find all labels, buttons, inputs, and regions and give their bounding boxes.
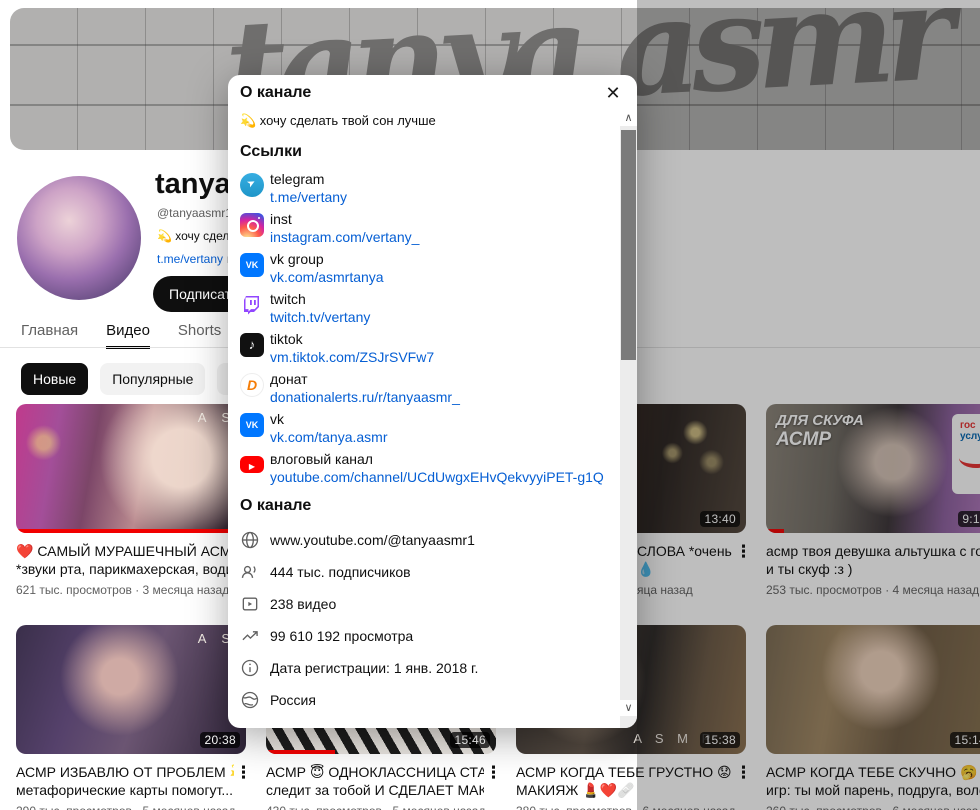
channel-link[interactable]: t.me/vertany <box>157 252 223 266</box>
channel-avatar <box>17 176 141 300</box>
kebab-menu-icon[interactable] <box>485 764 501 784</box>
modal-scrim[interactable] <box>637 0 980 810</box>
link-url[interactable]: t.me/vertany <box>270 189 347 205</box>
view-count: 99 610 192 просмотра <box>270 628 414 644</box>
vk-icon <box>240 413 264 437</box>
donationalerts-icon <box>240 373 264 397</box>
channel-url: www.youtube.com/@tanyaasmr1 <box>270 532 475 548</box>
channel-handle: @tanyaasmr1 <box>157 206 232 220</box>
video-title[interactable]: ❤️ САМЫЙ МУРАШЕЧНЫЙ АСМР 8 ❤️ *звуки рта… <box>16 542 246 578</box>
channel-links-line: t.me/vertanyи <box>157 252 234 266</box>
telegram-icon <box>240 173 264 197</box>
link-label: vk group <box>270 251 324 267</box>
watch-progress-bar <box>266 750 335 754</box>
video-meta: 290 тыс. просмотров · 5 месяцев назад <box>16 804 246 810</box>
tab-home[interactable]: Главная <box>21 322 78 349</box>
link-url[interactable]: youtube.com/channel/UCdUwgxEHvQekvyyiPET… <box>270 469 604 485</box>
link-label: twitch <box>270 291 306 307</box>
country: Россия <box>270 692 316 708</box>
chip-latest[interactable]: Новые <box>21 363 89 395</box>
duration-badge: 15:46 <box>450 732 490 748</box>
video-count: 238 видео <box>270 596 337 612</box>
video-card: A S ❤️ САМЫЙ МУРАШЕЧНЫЙ АСМР 8 ❤️ *звуки… <box>16 404 246 597</box>
dialog-channel-description: 💫 хочу сделать твой сон лучше <box>240 113 436 128</box>
scrollbar-thumb[interactable] <box>621 130 636 360</box>
modal-scrollbar[interactable]: ∧ ∨ <box>620 110 637 728</box>
video-meta: 430 тыс. просмотров · 5 месяцев назад <box>266 804 496 810</box>
about-heading: О канале <box>240 497 312 514</box>
link-url[interactable]: vm.tiktok.com/ZSJrSVFw7 <box>270 349 434 365</box>
instagram-icon <box>240 213 264 237</box>
chip-popular[interactable]: Популярные <box>100 363 206 395</box>
views-icon <box>240 626 260 646</box>
link-label: донат <box>270 371 308 387</box>
link-url[interactable]: twitch.tv/vertany <box>270 309 370 325</box>
video-thumbnail[interactable]: A S <box>16 404 246 533</box>
link-label: влоговый канал <box>270 451 373 467</box>
link-url[interactable]: donationalerts.ru/r/tanyaasmr_ <box>270 389 460 405</box>
tiktok-icon <box>240 333 264 357</box>
watch-progress-bar <box>16 529 246 533</box>
youtube-channel-page: tanya asmr tanya asmr @tanyaasmr1 💫 хочу… <box>0 0 980 810</box>
video-thumbnail[interactable]: A S 20:38 <box>16 625 246 754</box>
subscriber-count: 444 тыс. подписчиков <box>270 564 411 580</box>
links-heading: Ссылки <box>240 143 302 160</box>
video-title[interactable]: АСМР ИЗБАВЛЮ ОТ ПРОБЛЕМ 💫 метафорические… <box>16 763 246 799</box>
link-label: vk <box>270 411 284 427</box>
tab-shorts[interactable]: Shorts <box>178 322 221 349</box>
info-icon <box>240 658 260 678</box>
close-icon[interactable] <box>601 81 625 105</box>
subscribers-icon <box>240 562 260 582</box>
video-card: A S 20:38 АСМР ИЗБАВЛЮ ОТ ПРОБЛЕМ 💫 мета… <box>16 625 246 810</box>
country-icon <box>240 690 260 710</box>
twitch-icon <box>240 293 264 317</box>
video-meta: 621 тыс. просмотров · 3 месяца назад <box>16 583 230 597</box>
globe-icon <box>240 530 260 550</box>
duration-badge: 20:38 <box>200 732 240 748</box>
link-label: inst <box>270 211 292 227</box>
tab-videos[interactable]: Видео <box>106 322 150 349</box>
link-label: tiktok <box>270 331 303 347</box>
dialog-title: О канале <box>240 84 312 101</box>
scroll-up-icon[interactable]: ∧ <box>620 110 637 126</box>
link-label: telegram <box>270 171 325 187</box>
kebab-menu-icon[interactable] <box>235 764 251 784</box>
about-channel-dialog: О канале 💫 хочу сделать твой сон лучше С… <box>228 75 637 728</box>
link-url[interactable]: vk.com/tanya.asmr <box>270 429 387 445</box>
join-date: Дата регистрации: 1 янв. 2018 г. <box>270 660 479 676</box>
scroll-down-icon[interactable]: ∨ <box>620 700 637 716</box>
video-title[interactable]: АСМР 😇 ОДНОКЛАССНИЦА СТАЛКЕРША следит за… <box>266 763 496 799</box>
link-url[interactable]: instagram.com/vertany_ <box>270 229 419 245</box>
link-url[interactable]: vk.com/asmrtanya <box>270 269 384 285</box>
vk-icon <box>240 253 264 277</box>
youtube-icon <box>240 456 264 473</box>
videos-icon <box>240 594 260 614</box>
